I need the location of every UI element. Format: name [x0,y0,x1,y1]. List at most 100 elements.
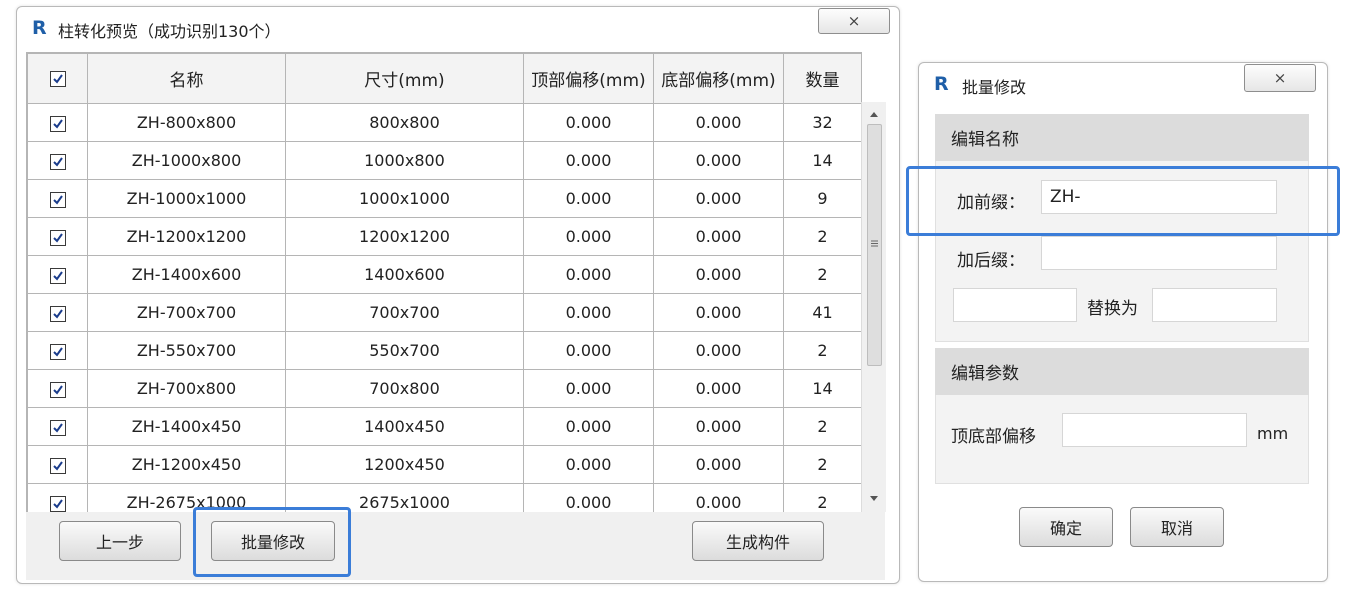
row-checkbox-cell [27,255,88,294]
row-checkbox[interactable] [49,419,66,436]
name-cell: ZH-700x800 [87,369,286,408]
cancel-button[interactable]: 取消 [1130,507,1224,547]
column-table: 名称 尺寸(mm) 顶部偏移(mm) 底部偏移(mm) 数量 ZH-800x80… [26,52,862,514]
bottom-offset-cell: 0.000 [653,445,784,484]
size-cell: 1400x600 [285,255,524,294]
row-checkbox[interactable] [49,305,66,322]
table-row[interactable]: ZH-550x700 550x700 0.000 0.000 2 [27,331,861,370]
size-cell: 800x800 [285,103,524,142]
name-cell: ZH-1000x1000 [87,179,286,218]
count-cell: 2 [783,255,861,294]
edit-params-header: 编辑参数 [935,348,1309,395]
top-offset-cell: 0.000 [523,331,654,370]
count-cell: 32 [783,103,861,142]
replace-input[interactable] [1152,288,1277,322]
edit-name-header: 编辑名称 [935,114,1309,161]
suffix-label: 加后缀： [957,251,1025,271]
count-cell: 2 [783,331,861,370]
offset-input[interactable] [1062,413,1247,447]
bottom-offset-cell: 0.000 [653,331,784,370]
column-header-name: 名称 [87,53,286,104]
count-cell: 41 [783,293,861,332]
bottom-offset-cell: 0.000 [653,369,784,408]
select-all-cell [27,53,88,104]
table-row[interactable]: ZH-1400x600 1400x600 0.000 0.000 2 [27,255,861,294]
table-row[interactable]: ZH-1000x1000 1000x1000 0.000 0.000 9 [27,179,861,218]
top-offset-cell: 0.000 [523,103,654,142]
row-checkbox[interactable] [49,457,66,474]
size-cell: 1400x450 [285,407,524,446]
top-offset-cell: 0.000 [523,255,654,294]
find-input[interactable] [953,288,1077,322]
table-row[interactable]: ZH-1400x450 1400x450 0.000 0.000 2 [27,407,861,446]
scroll-up-arrow-icon[interactable] [862,106,886,122]
size-cell: 700x700 [285,293,524,332]
column-header-count: 数量 [783,53,861,104]
top-offset-cell: 0.000 [523,369,654,408]
count-cell: 2 [783,445,861,484]
dialog-close-button[interactable]: × [1244,64,1316,92]
top-offset-cell: 0.000 [523,407,654,446]
close-icon: × [847,12,861,30]
row-checkbox[interactable] [49,267,66,284]
count-cell: 14 [783,369,861,408]
size-cell: 550x700 [285,331,524,370]
table-scrollbar[interactable] [861,102,886,512]
scroll-down-arrow-icon[interactable] [862,490,886,506]
row-checkbox-cell [27,369,88,408]
count-cell: 14 [783,141,861,180]
row-checkbox[interactable] [49,153,66,170]
row-checkbox[interactable] [49,381,66,398]
row-checkbox[interactable] [49,191,66,208]
bottom-offset-cell: 0.000 [653,407,784,446]
table-row[interactable]: ZH-1200x1200 1200x1200 0.000 0.000 2 [27,217,861,256]
row-checkbox-cell [27,217,88,256]
table-row[interactable]: ZH-800x800 800x800 0.000 0.000 32 [27,103,861,142]
row-checkbox[interactable] [49,495,66,512]
row-checkbox-cell [27,407,88,446]
revit-logo-icon: R [934,73,949,95]
bottom-offset-cell: 0.000 [653,103,784,142]
revit-logo-icon: R [32,17,47,39]
table-row[interactable]: ZH-2675x1000 2675x1000 0.000 0.000 2 [27,483,861,513]
row-checkbox[interactable] [49,115,66,132]
name-cell: ZH-1200x450 [87,445,286,484]
size-cell: 1200x1200 [285,217,524,256]
row-checkbox-cell [27,483,88,513]
row-checkbox[interactable] [49,229,66,246]
size-cell: 700x800 [285,369,524,408]
generate-button[interactable]: 生成构件 [692,521,824,561]
table-row[interactable]: ZH-700x700 700x700 0.000 0.000 41 [27,293,861,332]
top-offset-cell: 0.000 [523,179,654,218]
count-cell: 2 [783,483,861,513]
bottom-offset-cell: 0.000 [653,217,784,256]
column-header-size: 尺寸(mm) [285,53,524,104]
offset-label: 顶底部偏移 [951,427,1036,447]
bottom-offset-cell: 0.000 [653,483,784,513]
close-icon: × [1273,69,1287,87]
select-all-checkbox[interactable] [49,70,66,87]
ok-button[interactable]: 确定 [1019,507,1113,547]
top-offset-cell: 0.000 [523,141,654,180]
replace-label: 替换为 [1087,299,1138,319]
row-checkbox-cell [27,141,88,180]
dialog-title: 批量修改 [962,78,1027,97]
prefix-highlight [906,166,1340,236]
name-cell: ZH-1000x800 [87,141,286,180]
close-button[interactable]: × [818,8,890,34]
name-cell: ZH-1200x1200 [87,217,286,256]
count-cell: 2 [783,407,861,446]
offset-unit: mm [1257,424,1289,443]
table-row[interactable]: ZH-1200x450 1200x450 0.000 0.000 2 [27,445,861,484]
bottom-offset-cell: 0.000 [653,141,784,180]
suffix-input[interactable] [1041,236,1277,270]
top-offset-cell: 0.000 [523,445,654,484]
table-row[interactable]: ZH-700x800 700x800 0.000 0.000 14 [27,369,861,408]
top-offset-cell: 0.000 [523,217,654,256]
scrollbar-thumb[interactable] [867,124,882,366]
row-checkbox-cell [27,445,88,484]
bottom-offset-cell: 0.000 [653,179,784,218]
row-checkbox[interactable] [49,343,66,360]
table-row[interactable]: ZH-1000x800 1000x800 0.000 0.000 14 [27,141,861,180]
prev-step-button[interactable]: 上一步 [59,521,181,561]
